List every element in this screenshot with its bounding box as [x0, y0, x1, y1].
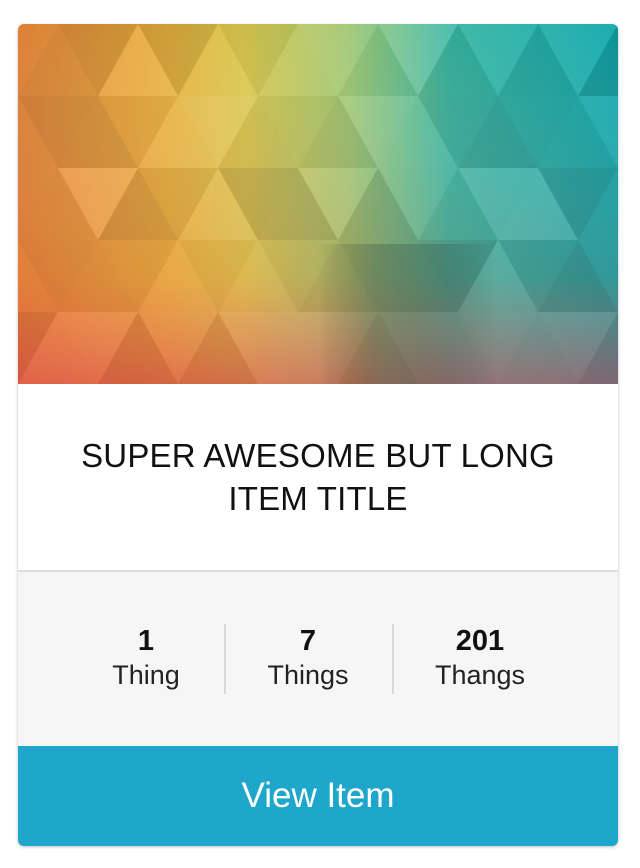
stat-label: Things — [267, 660, 349, 690]
stat-value: 7 — [299, 625, 317, 657]
item-title: SUPER AWESOME BUT LONG ITEM TITLE — [81, 437, 555, 517]
view-item-button[interactable]: View Item — [18, 746, 618, 846]
stat-divider — [224, 624, 226, 694]
stat-value: 201 — [455, 625, 505, 657]
title-section: SUPER AWESOME BUT LONG ITEM TITLE — [18, 384, 618, 572]
stat-things: 7 Things — [258, 624, 358, 692]
stat-divider — [392, 624, 394, 694]
stat-label: Thangs — [434, 660, 526, 690]
stat-thangs: 201 Thangs — [422, 624, 538, 692]
hero-image — [18, 24, 618, 384]
stat-label: Thing — [112, 660, 180, 690]
stat-value: 1 — [137, 625, 155, 657]
stat-thing: 1 Thing — [96, 624, 196, 692]
item-card: SUPER AWESOME BUT LONG ITEM TITLE 1 Thin… — [18, 24, 618, 846]
stats-section: 1 Thing 7 Things 201 Thangs — [18, 572, 618, 746]
